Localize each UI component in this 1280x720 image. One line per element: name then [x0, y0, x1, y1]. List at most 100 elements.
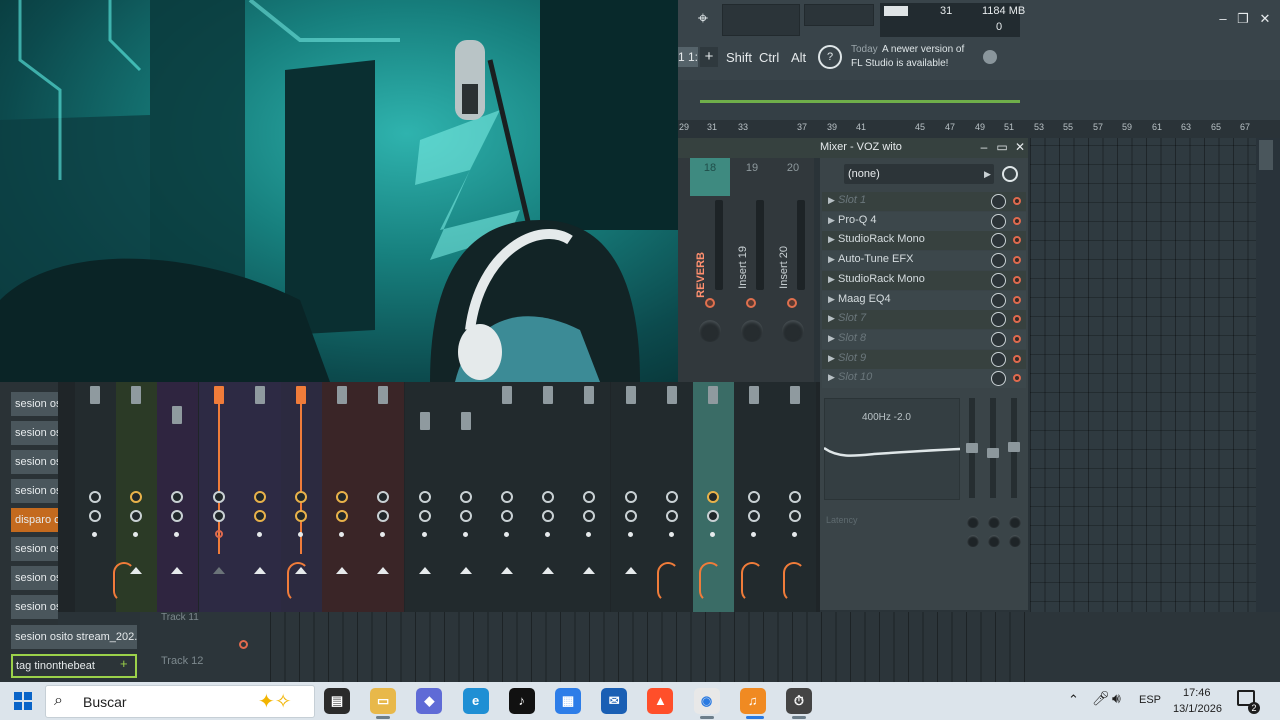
send-indicator[interactable] [462, 532, 468, 537]
browser-item[interactable]: sesion os [11, 479, 58, 503]
volume-icon[interactable]: 🔊︎ [1112, 690, 1121, 707]
send-indicator[interactable] [298, 532, 303, 537]
pattern-selector[interactable]: 1 1: [678, 47, 698, 67]
effect-slot-name[interactable]: StudioRack Mono [838, 233, 925, 245]
send-indicator[interactable] [92, 532, 97, 537]
strip-name-reverb[interactable]: REVERB [695, 252, 707, 298]
playlist-grid[interactable] [1030, 138, 1256, 678]
microphone-icon[interactable]: 🎤︎ [1092, 690, 1110, 707]
send-indicator[interactable] [627, 532, 633, 537]
tray-chevron-up-icon[interactable]: ⌃ [1068, 692, 1079, 708]
effect-slot-name[interactable]: Pro-Q 4 [838, 214, 877, 226]
shift-key-button[interactable]: Shift [726, 47, 752, 69]
playlist-track-grid[interactable] [270, 612, 1030, 682]
slot-mix-knob[interactable] [991, 213, 1006, 229]
pan-knob[interactable] [89, 491, 101, 503]
route-arrow-icon[interactable] [624, 567, 637, 574]
add-icon[interactable]: + [120, 656, 128, 671]
mixer-minimize-button[interactable]: – [976, 138, 992, 156]
eq-freq-knob-mid[interactable] [988, 516, 1000, 528]
browser-item[interactable]: disparo c [11, 508, 58, 532]
record-arm-18[interactable] [705, 298, 715, 308]
route-arrow-icon[interactable] [253, 567, 266, 574]
slot-expand-icon[interactable]: ▶ [828, 274, 835, 285]
pan-knob[interactable] [665, 491, 678, 503]
slot-mix-knob[interactable] [991, 272, 1006, 288]
send-curve-icon[interactable] [699, 562, 721, 602]
send-indicator[interactable] [710, 532, 715, 537]
pan-knob[interactable] [418, 491, 431, 503]
stereo-separation-knob[interactable] [459, 510, 472, 522]
minimize-button[interactable]: – [1214, 11, 1232, 27]
pan-knob[interactable] [212, 491, 225, 503]
chrome-icon[interactable]: ◉ [693, 688, 720, 714]
route-arrow-icon[interactable] [542, 567, 555, 574]
slot-expand-icon[interactable]: ▶ [828, 353, 835, 364]
route-arrow-icon[interactable] [418, 567, 431, 574]
slot-expand-icon[interactable]: ▶ [828, 333, 835, 344]
volume-fader[interactable] [749, 386, 760, 404]
send-indicator[interactable] [668, 532, 674, 537]
volume-fader[interactable] [172, 406, 183, 424]
slot-expand-icon[interactable]: ▶ [828, 254, 835, 265]
add-pattern-button[interactable]: + [700, 47, 718, 67]
eq-low-handle[interactable] [966, 443, 978, 453]
stereo-separation-knob[interactable] [707, 510, 719, 522]
brave-icon[interactable]: ▲ [647, 688, 674, 714]
eq-bw-knob-high[interactable] [1009, 535, 1021, 547]
volume-fader[interactable] [419, 412, 430, 430]
volume-fader[interactable] [337, 386, 348, 404]
volume-fader[interactable] [790, 386, 801, 404]
eq-bw-knob-mid[interactable] [988, 535, 1000, 547]
route-arrow-icon[interactable] [212, 567, 225, 574]
volume-fader[interactable] [254, 386, 265, 404]
effect-slot-name[interactable]: Auto-Tune EFX [838, 253, 913, 265]
stereo-knob-19[interactable] [741, 320, 763, 342]
send-indicator[interactable] [504, 532, 509, 537]
eq-freq-knob-low[interactable] [967, 516, 979, 528]
slot-enable-led[interactable] [1013, 334, 1021, 343]
send-indicator[interactable] [256, 532, 262, 537]
pan-knob[interactable] [253, 491, 266, 503]
mixer-maximize-button[interactable]: ▭ [994, 138, 1010, 156]
search-highlight-icon[interactable]: ✦✧ [258, 689, 292, 714]
slot-expand-icon[interactable]: ▶ [828, 372, 835, 383]
effect-slot-name[interactable]: Slot 7 [838, 312, 866, 324]
route-arrow-icon[interactable] [336, 567, 349, 574]
strip-number-20[interactable]: 20 [773, 158, 813, 196]
outlook-icon[interactable]: ✉ [601, 688, 628, 714]
volume-fader[interactable] [131, 386, 142, 404]
volume-fader[interactable] [502, 386, 512, 404]
pan-knob[interactable] [295, 491, 307, 503]
ctrl-key-button[interactable]: Ctrl [759, 47, 779, 69]
slot-mix-knob[interactable] [991, 331, 1006, 347]
store-icon[interactable]: ▦ [555, 688, 581, 714]
effect-slot-name[interactable]: Slot 8 [838, 332, 866, 344]
volume-fader[interactable] [708, 386, 718, 404]
restore-button[interactable]: ❐ [1234, 11, 1252, 27]
route-arrow-icon[interactable]: ▶ [984, 164, 994, 184]
eq-bw-knob-low[interactable] [967, 535, 979, 547]
clock-app-icon[interactable]: ⏱ [786, 688, 812, 714]
stereo-separation-knob[interactable] [418, 510, 431, 522]
stereo-separation-knob[interactable] [89, 510, 101, 522]
stereo-separation-knob[interactable] [253, 510, 266, 522]
route-arrow-icon[interactable] [459, 567, 472, 574]
task-view-icon[interactable]: ▤ [324, 688, 350, 714]
windows-start-icon[interactable] [14, 692, 32, 710]
volume-fader[interactable] [625, 386, 636, 404]
route-arrow-icon[interactable] [583, 567, 596, 574]
stereo-separation-knob[interactable] [501, 510, 513, 522]
volume-fader[interactable] [378, 386, 389, 404]
volume-fader[interactable] [460, 412, 471, 430]
strip-name-insert-19[interactable]: Insert 19 [737, 246, 749, 289]
mixer-close-button[interactable]: ✕ [1012, 138, 1028, 156]
slot-enable-led[interactable] [1013, 275, 1021, 284]
slot-enable-led[interactable] [1013, 197, 1021, 205]
hint-bubble-icon[interactable]: ? [818, 45, 842, 69]
browser-item[interactable]: sesion os [11, 537, 58, 561]
strip-name-insert-20[interactable]: Insert 20 [778, 246, 790, 289]
news-text-line1[interactable]: A newer version of [882, 44, 964, 55]
effect-slot-name[interactable]: Slot 1 [838, 194, 866, 206]
pan-knob[interactable] [501, 491, 513, 503]
